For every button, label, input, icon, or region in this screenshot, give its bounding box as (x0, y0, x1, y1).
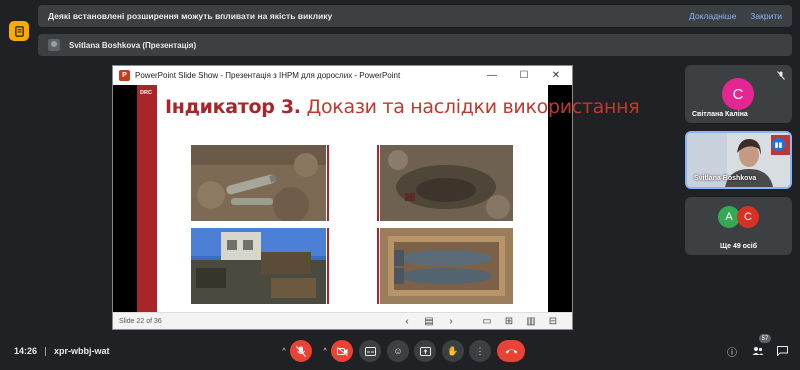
video-settings-chevron[interactable]: ^ (319, 340, 331, 362)
more-vert-icon: ⋮ (475, 345, 485, 356)
presenter-bar: Svitlana Boshkova (Презентація) (38, 34, 792, 56)
slide-title: Індикатор 3. Докази та наслідки використ… (165, 96, 640, 118)
powerpoint-titlebar: P PowerPoint Slide Show - Презентація з … (113, 66, 572, 85)
extension-warning-message: Деякі встановлені розширення можуть впли… (48, 11, 333, 21)
participant-count-badge: 57 (759, 334, 771, 343)
participant-tile[interactable]: ▮▮ Svitlana Boshkova (685, 131, 792, 189)
speaking-indicator-icon: ▮▮ (772, 138, 785, 151)
microphone-toggle-button[interactable] (290, 340, 312, 362)
participant-tile[interactable]: С Світлана Каліна (685, 65, 792, 123)
more-participants-tile[interactable]: А С Ще 49 осіб (685, 197, 792, 255)
slide-title-rest: Докази та наслідки використання (300, 96, 640, 118)
slideshow-status-bar: Slide 22 of 36 ‹ ▤ › ▭ ⊞ ▥ ⊟ (113, 312, 572, 329)
captions-button[interactable] (359, 340, 381, 362)
captions-icon (364, 346, 376, 356)
photo-shells-on-ground (191, 145, 326, 221)
photo-divider (327, 145, 329, 221)
close-icon: ✕ (551, 70, 561, 81)
maximize-icon: ☐ (519, 70, 529, 81)
people-button[interactable] (749, 342, 767, 360)
mic-off-icon (777, 71, 785, 82)
camera-off-icon (336, 346, 348, 356)
reactions-button[interactable]: ☺ (387, 340, 409, 362)
close-banner-link[interactable]: Закрити (750, 11, 782, 21)
slide-navigator-icon: ▤ (424, 315, 434, 327)
audio-settings-chevron[interactable]: ^ (278, 340, 290, 362)
minimize-icon: — (487, 70, 497, 81)
more-options-button[interactable]: ⋮ (469, 340, 491, 362)
meeting-details-button[interactable]: ⓘ (723, 342, 741, 360)
powerpoint-icon: P (119, 70, 130, 81)
photo-divider (377, 145, 379, 221)
details-link[interactable]: Докладніше (689, 11, 736, 21)
normal-view-icon: ▭ (482, 315, 492, 327)
participant-name: Світлана Каліна (692, 111, 748, 118)
raise-hand-button[interactable]: ✋ (442, 340, 464, 362)
extension-warning-banner: Деякі встановлені розширення можуть впли… (38, 5, 792, 27)
clock: 14:26 (14, 346, 38, 356)
slide-sorter-icon: ⊞ (504, 315, 514, 327)
slideshow-view-icon: ⊟ (548, 315, 558, 327)
smile-icon: ☺ (393, 346, 403, 356)
avatar: С (737, 206, 759, 228)
photo-shells-in-crate (380, 228, 513, 304)
slide-title-bold: Індикатор 3. (165, 96, 301, 118)
next-slide-icon: › (449, 315, 453, 327)
photo-crater (380, 145, 513, 221)
slide-brand: DRC (140, 90, 152, 96)
photo-damaged-building (191, 228, 326, 304)
slide-area: DRC Індикатор 3. Докази та наслідки вико… (113, 85, 640, 314)
meeting-code: xpr-wbbj-wat (54, 346, 110, 356)
people-icon (752, 347, 764, 355)
present-screen-button[interactable] (414, 340, 436, 362)
camera-toggle-button[interactable] (331, 340, 353, 362)
more-participants-label: Ще 49 осіб (719, 243, 758, 250)
mic-off-icon (296, 345, 306, 357)
reading-view-icon: ▥ (526, 315, 536, 327)
chat-icon (776, 346, 788, 356)
window-title: PowerPoint Slide Show - Презентація з ІН… (135, 71, 401, 80)
meeting-info: 14:26 xpr-wbbj-wat (14, 346, 110, 357)
chat-button[interactable] (773, 342, 791, 360)
participant-name: Svitlana Boshkova (694, 175, 757, 182)
present-icon (419, 346, 431, 356)
photo-divider (377, 228, 379, 304)
slide-number: Slide 22 of 36 (119, 317, 162, 325)
slide-side-band: DRC (137, 85, 157, 314)
photo-divider (327, 228, 329, 304)
activities-button[interactable] (9, 21, 29, 41)
leave-call-button[interactable] (497, 340, 525, 362)
info-icon: ⓘ (727, 347, 737, 359)
presentation-window: P PowerPoint Slide Show - Презентація з … (112, 65, 640, 330)
avatar: С (722, 78, 754, 110)
slide: DRC Індикатор 3. Докази та наслідки вико… (137, 85, 640, 314)
activities-icon (14, 25, 24, 37)
presenter-avatar (48, 39, 60, 51)
hang-up-icon (505, 349, 517, 354)
hand-icon: ✋ (447, 345, 459, 356)
previous-slide-icon: ‹ (405, 315, 409, 327)
presenter-label: Svitlana Boshkova (Презентація) (69, 40, 197, 50)
